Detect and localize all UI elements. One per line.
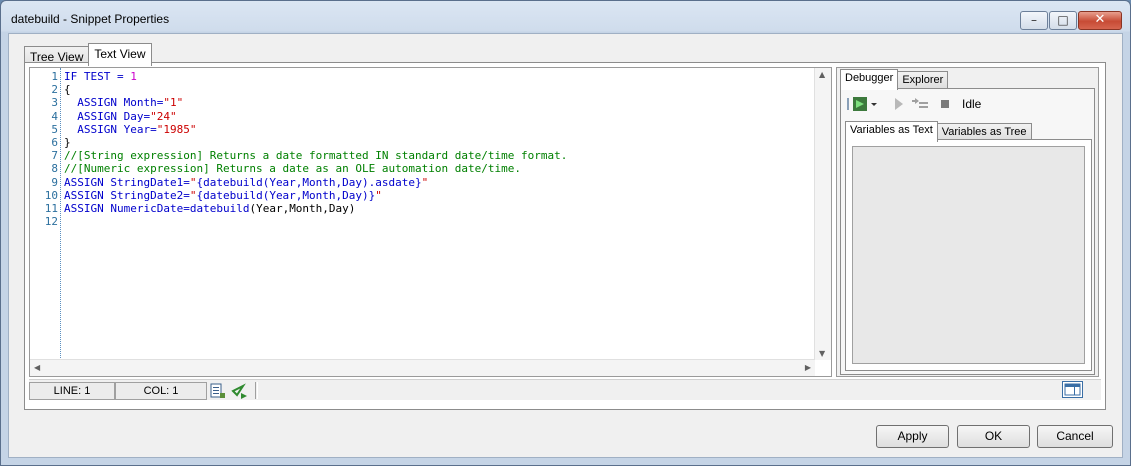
snippet-properties-window: datebuild - Snippet Properties – □ ✕ Tre… — [0, 0, 1131, 466]
debugger-content: Idle Variables as Text Variables as Tree — [840, 88, 1095, 375]
tab-debugger[interactable]: Debugger — [840, 69, 899, 90]
code-line: //[String expression] Returns a date for… — [64, 149, 568, 163]
status-separator — [255, 382, 258, 399]
status-bar: LINE: 1 COL: 1 — [29, 379, 1101, 400]
dialog-client: Tree View Text View 1 2 3 4 5 6 7 8 9 10… — [8, 33, 1123, 458]
scroll-right-icon[interactable]: ▶ — [805, 363, 811, 372]
scroll-down-icon[interactable]: ▼ — [819, 349, 825, 358]
debugger-toolbar: Idle — [845, 93, 1090, 115]
code-line: ASSIGN NumericDate=datebuild(Year,Month,… — [64, 202, 356, 216]
code-line: ASSIGN Month="1" — [64, 96, 184, 110]
step-over-icon[interactable] — [911, 96, 929, 112]
line-number: 2 — [51, 83, 58, 97]
step-play-icon[interactable] — [893, 96, 905, 112]
window-title: datebuild - Snippet Properties — [11, 12, 170, 26]
maximize-icon: □ — [1057, 13, 1069, 27]
scroll-up-icon[interactable]: ▲ — [819, 70, 825, 79]
minimize-button[interactable]: – — [1020, 11, 1048, 30]
line-number: 8 — [51, 162, 58, 176]
text-view-panel: 1 2 3 4 5 6 7 8 9 10 11 12 IF TEST = 1{ — [24, 62, 1106, 410]
line-number: 3 — [51, 96, 58, 110]
line-number: 12 — [44, 215, 58, 229]
code-text: IF TEST = 1{ ASSIGN Month="1" ASSIGN Day… — [64, 70, 567, 215]
tab-variables-as-text[interactable]: Variables as Text — [845, 121, 938, 142]
variables-list[interactable] — [852, 146, 1085, 364]
line-number: 9 — [51, 175, 58, 189]
minimize-icon: – — [1031, 13, 1037, 27]
scroll-left-icon[interactable]: ◀ — [34, 363, 40, 372]
panel-layout-icon[interactable] — [1062, 381, 1083, 398]
line-number-gutter: 1 2 3 4 5 6 7 8 9 10 11 12 — [30, 68, 61, 376]
code-line: ASSIGN Year="1985" — [64, 122, 197, 136]
validate-icon[interactable] — [231, 383, 247, 399]
line-number: 5 — [51, 122, 58, 136]
variables-panel — [845, 139, 1092, 371]
code-line: } — [64, 136, 71, 150]
maximize-button[interactable]: □ — [1049, 11, 1077, 30]
debugger-panel: Debugger Explorer Idle Variables as Text… — [836, 67, 1099, 377]
stop-icon[interactable] — [939, 96, 951, 112]
debugger-state: Idle — [962, 97, 982, 111]
column-indicator: COL: 1 — [115, 382, 207, 400]
code-line: ASSIGN StringDate1="{datebuild(Year,Mont… — [64, 175, 429, 189]
line-number: 10 — [44, 188, 58, 202]
line-number: 11 — [44, 202, 58, 216]
vertical-scrollbar[interactable]: ▲ ▼ — [814, 68, 831, 360]
title-bar: datebuild - Snippet Properties – □ ✕ — [1, 1, 1130, 37]
document-icon[interactable] — [209, 383, 225, 399]
cancel-button[interactable]: Cancel — [1037, 425, 1113, 448]
apply-button[interactable]: Apply — [876, 425, 949, 448]
line-indicator: LINE: 1 — [29, 382, 115, 400]
code-editor[interactable]: 1 2 3 4 5 6 7 8 9 10 11 12 IF TEST = 1{ — [29, 67, 832, 377]
code-line: ASSIGN StringDate2="{datebuild(Year,Mont… — [64, 188, 382, 202]
code-line: //[Numeric expression] Returns a date as… — [64, 162, 521, 176]
close-button[interactable]: ✕ — [1078, 11, 1122, 30]
code-line: IF TEST = 1 — [64, 70, 137, 83]
horizontal-scrollbar[interactable]: ◀ ▶ — [30, 359, 815, 376]
code-line: ASSIGN Day="24" — [64, 109, 177, 123]
code-line: { — [64, 83, 71, 97]
run-debug-icon[interactable] — [847, 96, 883, 112]
line-number: 7 — [51, 149, 58, 163]
ok-button[interactable]: OK — [957, 425, 1030, 448]
line-number: 6 — [51, 136, 58, 150]
line-number: 1 — [51, 70, 58, 83]
line-number: 4 — [51, 109, 58, 123]
close-icon: ✕ — [1094, 12, 1106, 27]
tab-text-view[interactable]: Text View — [88, 43, 152, 66]
